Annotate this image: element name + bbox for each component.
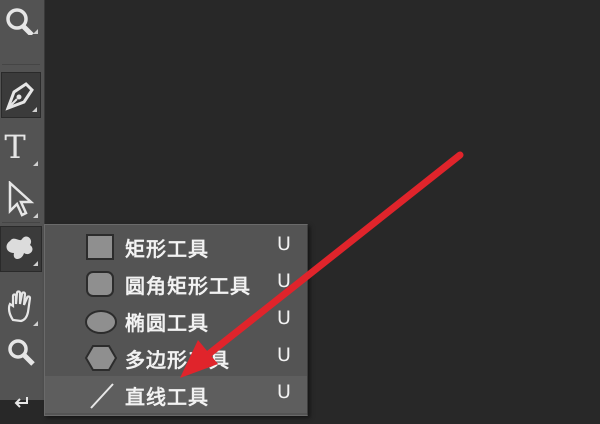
menu-item-label: 多边形工具	[125, 348, 230, 372]
rotate-icon	[14, 397, 28, 408]
path-selection-tool-button[interactable]	[0, 174, 42, 224]
custom-shape-tool-button[interactable]	[0, 226, 42, 272]
pen-tool-button[interactable]	[1, 72, 41, 118]
shortcut-key: U	[277, 344, 291, 366]
menu-item-label: 矩形工具	[125, 237, 209, 261]
rounded-rectangle-icon	[86, 271, 114, 297]
polygon-icon	[84, 345, 118, 371]
rectangle-icon	[86, 234, 114, 260]
zoom-tool-bottom-button[interactable]	[0, 328, 42, 378]
rotate-tool-button[interactable]	[0, 374, 42, 424]
zoom-tool-button[interactable]	[0, 0, 42, 40]
menu-item-ellipse-tool[interactable]: 椭圆工具 U	[45, 302, 307, 339]
hand-tool-button[interactable]	[0, 282, 42, 332]
menu-item-polygon-tool[interactable]: 多边形工具 U	[45, 339, 307, 376]
menu-item-rounded-rectangle-tool[interactable]: 圆角矩形工具 U	[45, 265, 307, 302]
shortcut-key: U	[277, 307, 291, 329]
shape-tools-flyout-menu: 矩形工具 U 圆角矩形工具 U 椭圆工具 U 多边形工具 U 直线工具 U	[44, 224, 308, 416]
hand-icon	[7, 290, 32, 323]
menu-item-label: 圆角矩形工具	[125, 274, 251, 298]
type-tool-button[interactable]: T	[0, 122, 42, 172]
line-icon	[90, 383, 114, 409]
menu-item-rectangle-tool[interactable]: 矩形工具 U	[45, 228, 307, 265]
magnifier-icon	[8, 339, 35, 366]
shortcut-key: U	[277, 270, 291, 292]
type-icon: T	[4, 128, 26, 166]
tools-panel: T	[0, 0, 45, 408]
ellipse-icon	[85, 310, 117, 334]
arrow-cursor-icon	[8, 181, 35, 217]
menu-item-line-tool[interactable]: 直线工具 U	[45, 376, 307, 413]
menu-item-label: 直线工具	[125, 385, 209, 409]
shortcut-key: U	[277, 233, 291, 255]
menu-item-label: 椭圆工具	[125, 311, 209, 335]
